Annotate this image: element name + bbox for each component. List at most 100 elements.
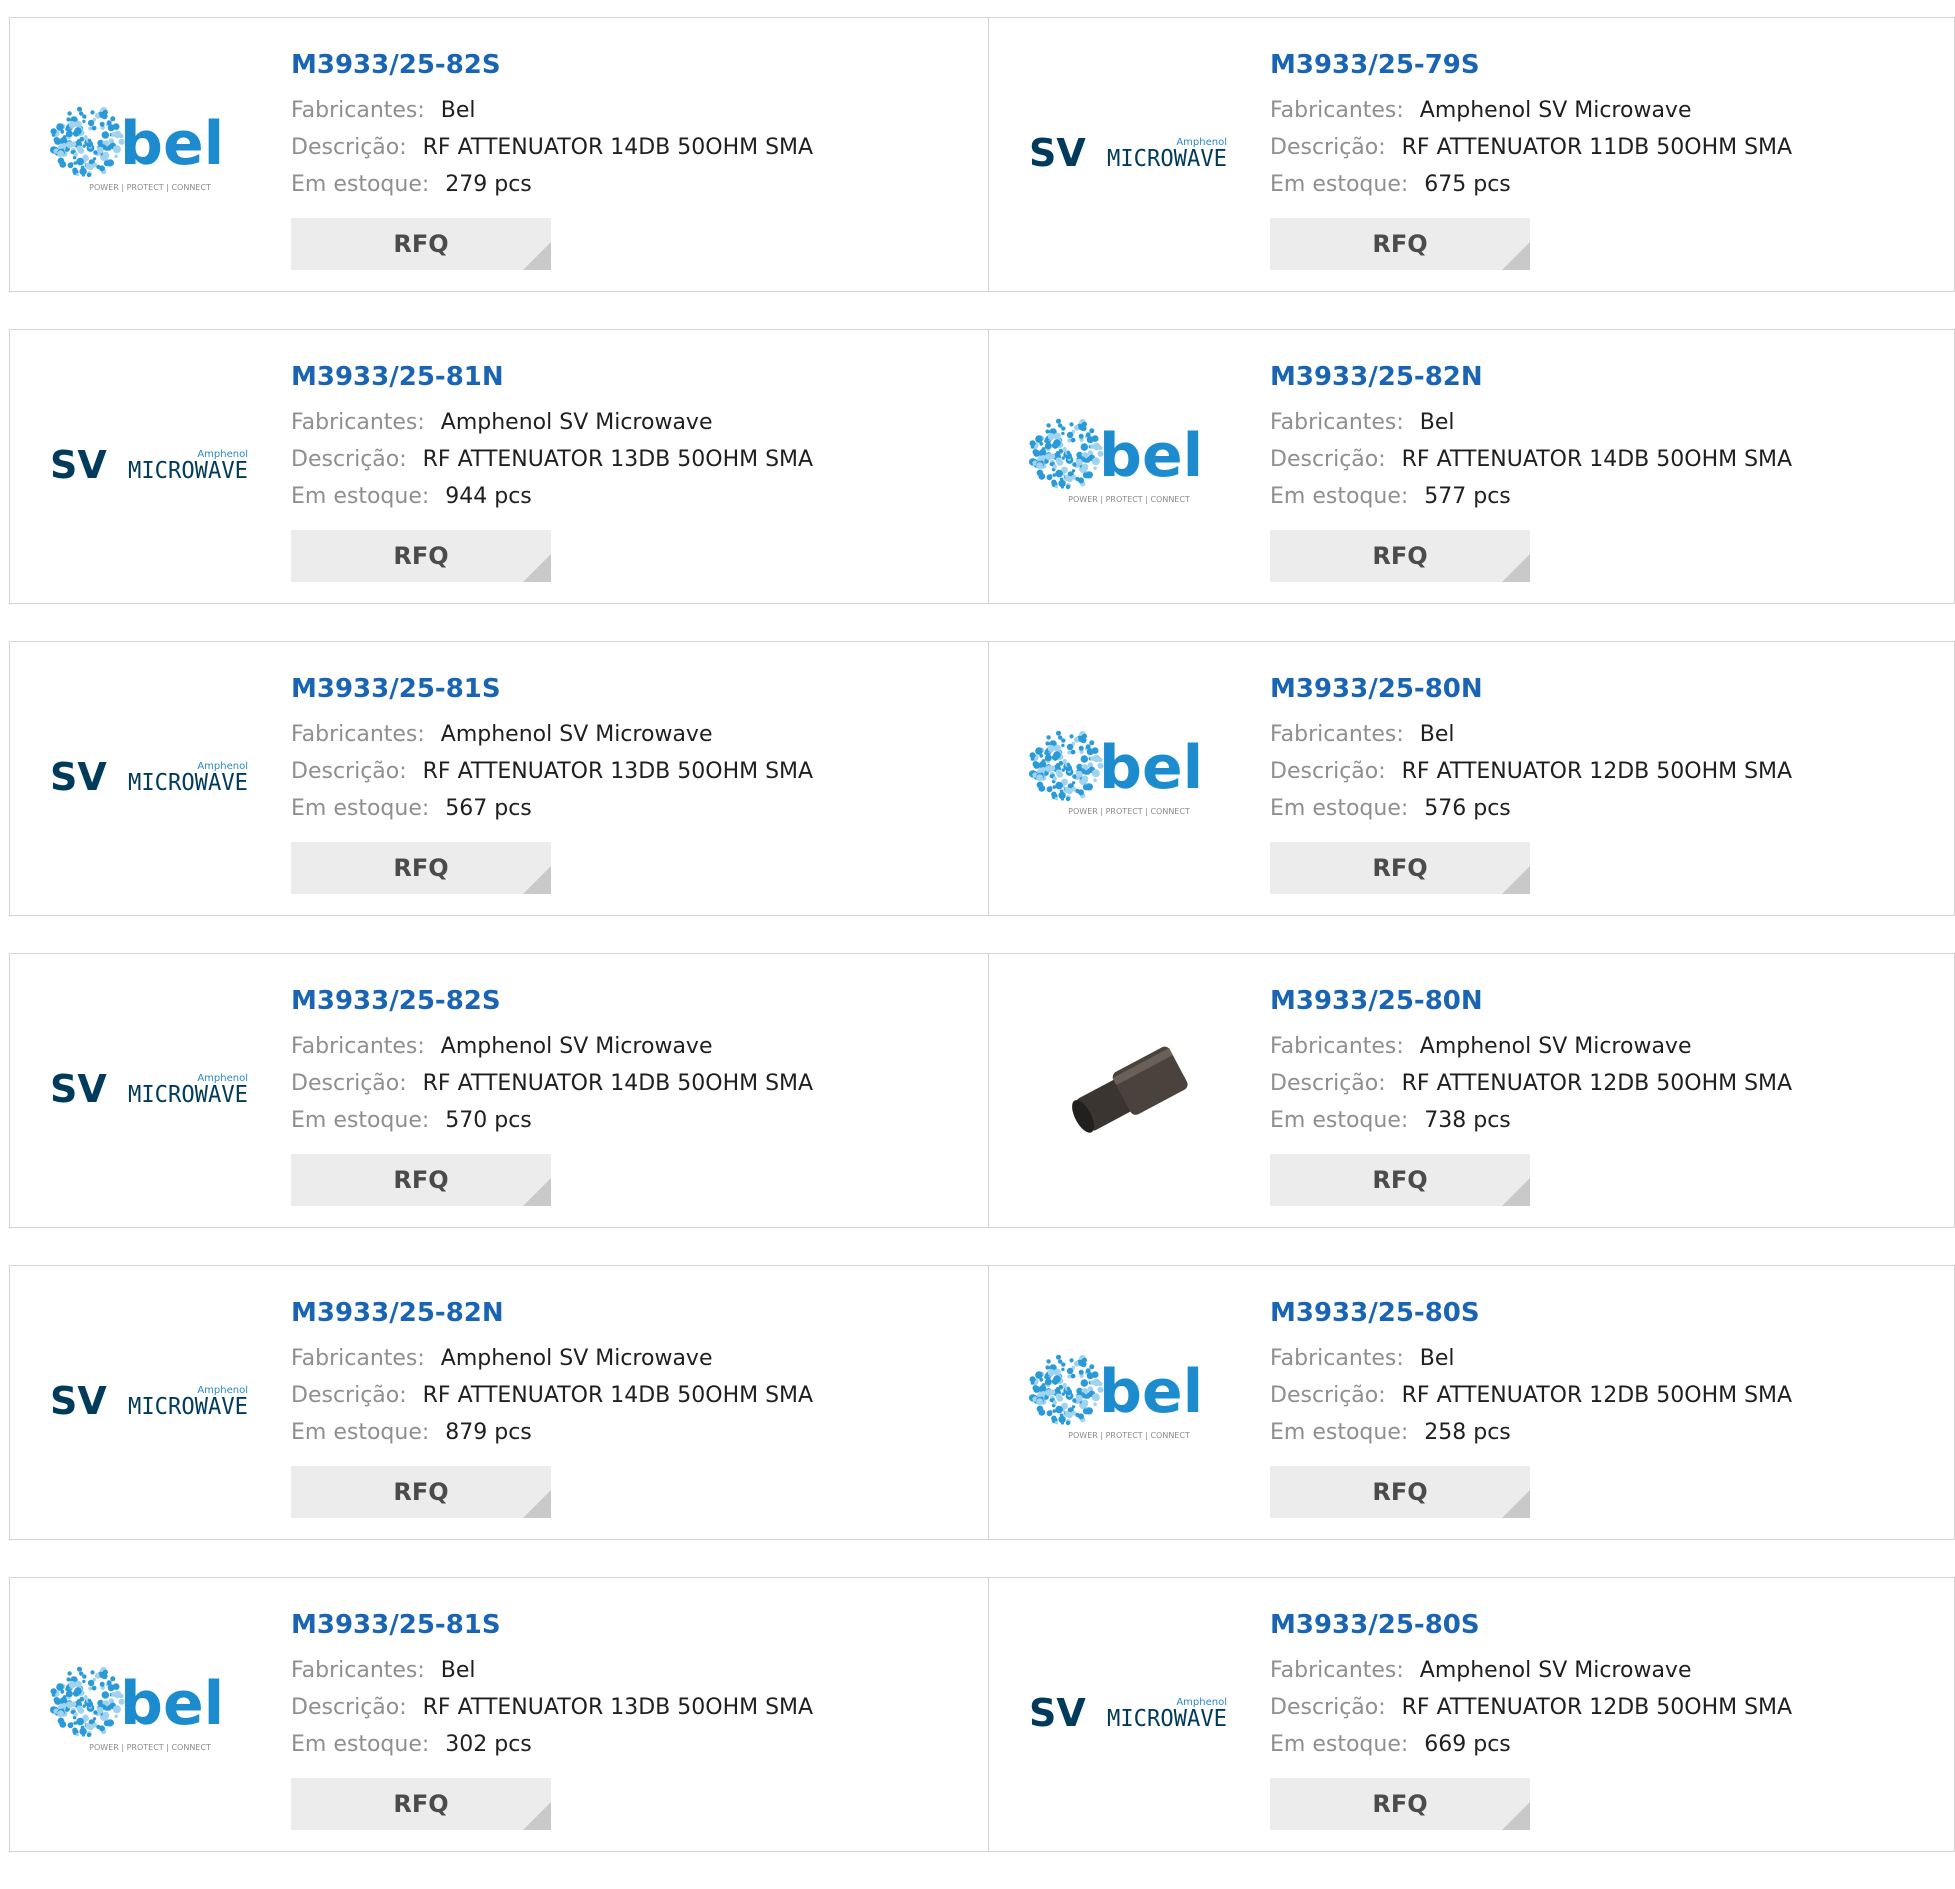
stock-value: 258 pcs: [1424, 1420, 1511, 1445]
bel-logo[interactable]: bel POWER | PROTECT | CONNECT: [1029, 1346, 1229, 1456]
product-card: SV MICROWAVE Amphenol M3933/25-80S Fabrica…: [988, 1578, 1955, 1851]
product-card: SV MICROWAVE Amphenol M3933/25-82S Fabrica…: [10, 954, 988, 1227]
stock-line: Em estoque: 879 pcs: [291, 1414, 968, 1451]
part-number-link[interactable]: M3933/25-82S: [291, 48, 968, 82]
stock-label: Em estoque:: [291, 1108, 430, 1133]
rfq-button[interactable]: RFQ: [1270, 218, 1530, 270]
bel-logo[interactable]: bel POWER | PROTECT | CONNECT: [1029, 722, 1229, 832]
part-number-link[interactable]: M3933/25-82N: [291, 1296, 968, 1330]
bel-wordmark: bel: [1099, 421, 1203, 491]
globe-dots-icon: [1029, 1354, 1104, 1426]
rfq-label: RFQ: [393, 1790, 449, 1818]
stock-line: Em estoque: 669 pcs: [1270, 1726, 1946, 1763]
stock-line: Em estoque: 577 pcs: [1270, 478, 1946, 515]
description-line: Descrição: RF ATTENUATOR 13DB 50OHM SMA: [291, 1689, 968, 1726]
sv-letters: SV: [50, 1379, 107, 1423]
manufacturer-value: Bel: [440, 1658, 476, 1683]
description-label: Descrição:: [291, 759, 407, 784]
sv-microwave-logo[interactable]: SV MICROWAVE Amphenol: [1029, 1658, 1229, 1768]
corner-fold: [1502, 1178, 1530, 1206]
microwave-wordmark: MICROWAVE: [128, 1394, 248, 1420]
part-number-link[interactable]: M3933/25-79S: [1270, 48, 1946, 82]
sv-letters: SV: [1029, 131, 1086, 175]
rfq-label: RFQ: [393, 230, 449, 258]
bel-logo-graphic: bel POWER | PROTECT | CONNECT: [50, 106, 224, 192]
rfq-label: RFQ: [1372, 1790, 1428, 1818]
stock-value: 567 pcs: [445, 796, 532, 821]
description-line: Descrição: RF ATTENUATOR 13DB 50OHM SMA: [291, 753, 968, 790]
description-label: Descrição:: [291, 1383, 407, 1408]
sv-microwave-logo[interactable]: SV MICROWAVE Amphenol: [50, 410, 250, 520]
rfq-button[interactable]: RFQ: [1270, 842, 1530, 894]
rfq-button[interactable]: RFQ: [1270, 1778, 1530, 1830]
stock-label: Em estoque:: [1270, 172, 1409, 197]
rfq-button[interactable]: RFQ: [291, 218, 551, 270]
product-image[interactable]: [1029, 1034, 1229, 1144]
bel-logo[interactable]: bel POWER | PROTECT | CONNECT: [50, 1658, 250, 1768]
sv-microwave-logo-graphic: SV MICROWAVEAmphenol: [50, 1067, 248, 1111]
stock-label: Em estoque:: [291, 172, 430, 197]
part-number-link[interactable]: M3933/25-81S: [291, 672, 968, 706]
rfq-button[interactable]: RFQ: [291, 1154, 551, 1206]
part-number-link[interactable]: M3933/25-81N: [291, 360, 968, 394]
rfq-button[interactable]: RFQ: [1270, 1154, 1530, 1206]
part-number-link[interactable]: M3933/25-80N: [1270, 672, 1946, 706]
part-number-link[interactable]: M3933/25-82N: [1270, 360, 1946, 394]
product-row: SV MICROWAVE Amphenol M3933/25-81N Fabrica…: [9, 329, 1955, 604]
description-line: Descrição: RF ATTENUATOR 14DB 50OHM SMA: [1270, 441, 1946, 478]
description-label: Descrição:: [1270, 447, 1386, 472]
description-label: Descrição:: [291, 1695, 407, 1720]
manufacturer-value: Amphenol SV Microwave: [1419, 1658, 1692, 1683]
manufacturer-line: Fabricantes: Bel: [1270, 716, 1946, 753]
manufacturer-label: Fabricantes:: [1270, 1034, 1404, 1059]
corner-fold: [523, 242, 551, 270]
product-info: M3933/25-81S Fabricantes: Bel Descrição: R…: [291, 1608, 968, 1830]
rfq-button[interactable]: RFQ: [291, 1466, 551, 1518]
stock-value: 577 pcs: [1424, 484, 1511, 509]
description-line: Descrição: RF ATTENUATOR 12DB 50OHM SMA: [1270, 753, 1946, 790]
rfq-label: RFQ: [1372, 542, 1428, 570]
manufacturer-value: Bel: [1419, 1346, 1455, 1371]
manufacturer-line: Fabricantes: Amphenol SV Microwave: [291, 1028, 968, 1065]
product-card: SV MICROWAVE Amphenol M3933/25-81N Fabrica…: [10, 330, 988, 603]
stock-value: 675 pcs: [1424, 172, 1511, 197]
description-label: Descrição:: [1270, 135, 1386, 160]
stock-value: 570 pcs: [445, 1108, 532, 1133]
sv-microwave-logo[interactable]: SV MICROWAVE Amphenol: [1029, 98, 1229, 208]
corner-fold: [1502, 1802, 1530, 1830]
bel-logo[interactable]: bel POWER | PROTECT | CONNECT: [1029, 410, 1229, 520]
amphenol-superscript: Amphenol: [197, 1073, 248, 1084]
part-number-link[interactable]: M3933/25-80S: [1270, 1296, 1946, 1330]
rfq-button[interactable]: RFQ: [1270, 530, 1530, 582]
sv-microwave-logo[interactable]: SV MICROWAVE Amphenol: [50, 1034, 250, 1144]
manufacturer-label: Fabricantes:: [1270, 98, 1404, 123]
description-value: RF ATTENUATOR 12DB 50OHM SMA: [1401, 1695, 1793, 1720]
bel-logo[interactable]: bel POWER | PROTECT | CONNECT: [50, 98, 250, 208]
product-row: SV MICROWAVE Amphenol M3933/25-82N Fabrica…: [9, 1265, 1955, 1540]
globe-dots-icon: [1029, 730, 1104, 802]
part-number-link[interactable]: M3933/25-80S: [1270, 1608, 1946, 1642]
rfq-button[interactable]: RFQ: [291, 842, 551, 894]
description-value: RF ATTENUATOR 12DB 50OHM SMA: [1401, 759, 1793, 784]
manufacturer-label: Fabricantes:: [291, 1658, 425, 1683]
manufacturer-value: Amphenol SV Microwave: [440, 722, 713, 747]
bel-logo-graphic: bel POWER | PROTECT | CONNECT: [50, 1666, 224, 1752]
rfq-button[interactable]: RFQ: [291, 1778, 551, 1830]
part-number-link[interactable]: M3933/25-82S: [291, 984, 968, 1018]
stock-line: Em estoque: 570 pcs: [291, 1102, 968, 1139]
product-grid: bel POWER | PROTECT | CONNECT M3933/25-82…: [9, 17, 1955, 1889]
manufacturer-label: Fabricantes:: [291, 410, 425, 435]
product-info: M3933/25-80N Fabricantes: Amphenol SV Mic…: [1270, 984, 1946, 1206]
stock-value: 669 pcs: [1424, 1732, 1511, 1757]
part-number-link[interactable]: M3933/25-80N: [1270, 984, 1946, 1018]
stock-label: Em estoque:: [1270, 796, 1409, 821]
description-value: RF ATTENUATOR 11DB 50OHM SMA: [1401, 135, 1793, 160]
part-number-link[interactable]: M3933/25-81S: [291, 1608, 968, 1642]
manufacturer-value: Amphenol SV Microwave: [440, 1034, 713, 1059]
description-line: Descrição: RF ATTENUATOR 12DB 50OHM SMA: [1270, 1689, 1946, 1726]
manufacturer-value: Bel: [1419, 410, 1455, 435]
sv-microwave-logo[interactable]: SV MICROWAVE Amphenol: [50, 1346, 250, 1456]
rfq-button[interactable]: RFQ: [1270, 1466, 1530, 1518]
sv-microwave-logo[interactable]: SV MICROWAVE Amphenol: [50, 722, 250, 832]
rfq-button[interactable]: RFQ: [291, 530, 551, 582]
